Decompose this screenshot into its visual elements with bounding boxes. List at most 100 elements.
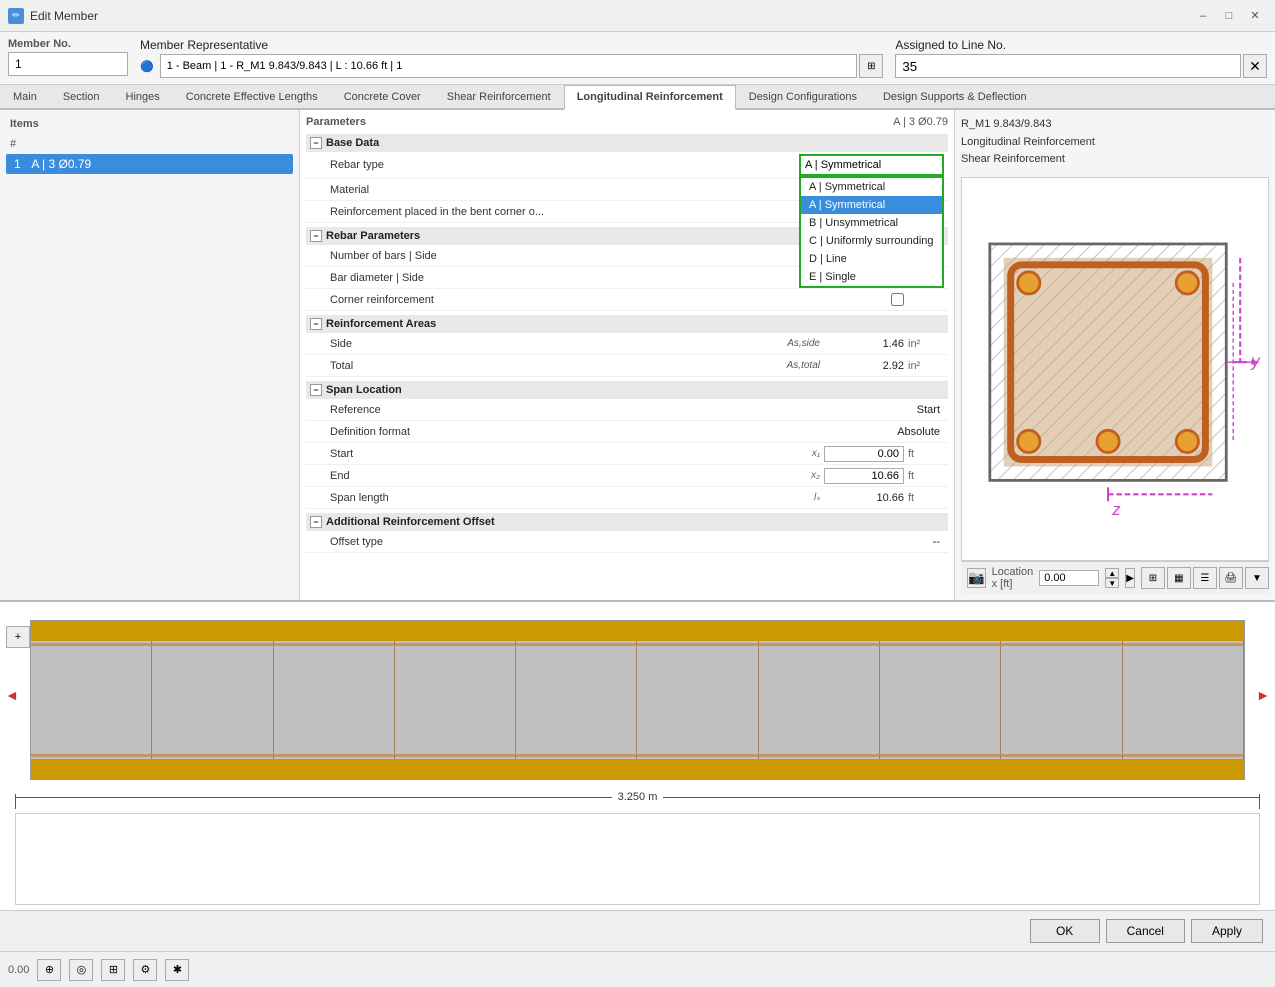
member-rep-label: Member Representative <box>140 38 883 52</box>
definition-format-row: Definition format Absolute <box>306 421 948 443</box>
offset-type-value: -- <box>933 536 944 548</box>
toolbar-btn-1[interactable]: ⊕ <box>37 959 61 981</box>
tab-concrete-cover[interactable]: Concrete Cover <box>331 85 434 108</box>
toolbar-btn-2[interactable]: ◎ <box>69 959 93 981</box>
dimension-bar: 3.250 m <box>15 784 1260 809</box>
toolbar-btn-3[interactable]: ⊞ <box>101 959 125 981</box>
tab-bar: Main Section Hinges Concrete Effective L… <box>0 85 1275 110</box>
dropdown-option-a[interactable]: A | Symmetrical <box>801 178 942 196</box>
member-rep-row: 🔵 ⊞ <box>140 54 883 78</box>
side-area-value: 1.46 <box>824 338 904 350</box>
main-content-area: Items # 1 A | 3 Ø0.79 + ⧉ ✕ Parameters A… <box>0 110 1275 600</box>
rebar-type-row: Rebar type A | Symmetrical B | Unsymmetr… <box>306 152 948 179</box>
dropdown-option-a-selected[interactable]: A | Symmetrical <box>801 196 942 214</box>
location-camera-button[interactable]: 📷 <box>967 568 986 588</box>
window-controls: – □ ✕ <box>1191 6 1267 26</box>
location-input[interactable] <box>1039 570 1099 586</box>
dropdown-option-c[interactable]: C | Uniformly surrounding <box>801 232 942 250</box>
location-up-button[interactable]: ▲ <box>1105 568 1119 578</box>
params-value: A | 3 Ø0.79 <box>893 116 948 128</box>
start-label: Start <box>330 448 764 460</box>
tab-design-configurations[interactable]: Design Configurations <box>736 85 870 108</box>
member-rep-icon: 🔵 <box>140 60 154 73</box>
span-location-expand[interactable]: − <box>310 384 322 396</box>
base-data-expand[interactable]: − <box>310 137 322 149</box>
cancel-button[interactable]: Cancel <box>1106 919 1185 943</box>
top-rebar-line <box>31 643 1244 646</box>
corner-reinforcement-checkbox[interactable] <box>891 293 904 306</box>
base-data-section: − Base Data Rebar type A | Symmetrical B… <box>306 134 948 223</box>
span-length-label: Span length <box>330 492 764 504</box>
base-data-header[interactable]: − Base Data <box>306 134 948 152</box>
more-button[interactable]: ▼ <box>1245 567 1269 589</box>
dropdown-option-b[interactable]: B | Unsymmetrical <box>801 214 942 232</box>
grid-view-button[interactable]: ▦ <box>1167 567 1191 589</box>
app-icon: ✏ <box>8 8 24 24</box>
tab-concrete-effective-lengths[interactable]: Concrete Effective Lengths <box>173 85 331 108</box>
end-input[interactable] <box>824 468 904 484</box>
tab-hinges[interactable]: Hinges <box>113 85 173 108</box>
member-rep-browse-button[interactable]: ⊞ <box>859 54 883 78</box>
reinforcement-areas-header[interactable]: − Reinforcement Areas <box>306 315 948 333</box>
dropdown-option-e[interactable]: E | Single <box>801 268 942 286</box>
params-header: Parameters A | 3 Ø0.79 <box>306 116 948 128</box>
location-next-button[interactable]: ▶ <box>1125 568 1135 588</box>
span-location-header[interactable]: − Span Location <box>306 381 948 399</box>
section-svg: y z <box>962 178 1268 560</box>
tab-design-supports[interactable]: Design Supports & Deflection <box>870 85 1040 108</box>
start-symbol: x₁ <box>764 448 824 459</box>
corner-reinforcement-checkbox-wrapper <box>824 293 904 306</box>
member-no-input[interactable] <box>8 52 128 76</box>
base-data-title: Base Data <box>326 137 379 149</box>
span-length-row: Span length lₛ 10.66 ft <box>306 487 948 509</box>
span-length-value: 10.66 <box>824 492 904 504</box>
dropdown-option-d[interactable]: D | Line <box>801 250 942 268</box>
ok-button[interactable]: OK <box>1030 919 1100 943</box>
apply-button[interactable]: Apply <box>1191 919 1263 943</box>
reinforcement-areas-expand[interactable]: − <box>310 318 322 330</box>
toolbar-btn-5[interactable]: ✱ <box>165 959 189 981</box>
sidebar-item-1[interactable]: 1 A | 3 Ø0.79 <box>6 154 293 174</box>
right-panel-line-2: Longitudinal Reinforcement <box>961 134 1269 152</box>
rebar-params-expand[interactable]: − <box>310 230 322 242</box>
svg-text:z: z <box>1111 500 1121 519</box>
close-button[interactable]: ✕ <box>1243 6 1267 26</box>
title-bar: ✏ Edit Member – □ ✕ <box>0 0 1275 32</box>
tab-longitudinal-reinforcement[interactable]: Longitudinal Reinforcement <box>564 85 736 110</box>
sidebar-col-num: # <box>10 138 30 150</box>
bottom-rebar-line <box>31 754 1244 757</box>
assigned-line-input[interactable] <box>895 54 1241 78</box>
additional-offset-expand[interactable]: − <box>310 516 322 528</box>
toolbar-btn-4[interactable]: ⚙ <box>133 959 157 981</box>
filter-icon-button[interactable]: ⊞ <box>1141 567 1165 589</box>
total-area-value: 2.92 <box>824 360 904 372</box>
total-area-symbol: As,total <box>764 360 824 371</box>
tab-shear-reinforcement[interactable]: Shear Reinforcement <box>434 85 564 108</box>
title-bar-text: Edit Member <box>30 9 1185 23</box>
tab-section[interactable]: Section <box>50 85 113 108</box>
list-view-button[interactable]: ☰ <box>1193 567 1217 589</box>
bar-diameter-label: Bar diameter | Side <box>330 272 764 284</box>
start-input[interactable] <box>824 446 904 462</box>
beam-seg-8 <box>880 641 1001 759</box>
lower-graph <box>15 813 1260 905</box>
span-length-symbol: lₛ <box>764 492 824 503</box>
beam-seg-4 <box>395 641 516 759</box>
params-panel: Parameters A | 3 Ø0.79 − Base Data Rebar… <box>300 110 955 600</box>
side-area-symbol: As,side <box>764 338 824 349</box>
sidebar-item-label: A | 3 Ø0.79 <box>31 157 91 171</box>
print-button[interactable]: 🖨 <box>1219 567 1243 589</box>
rebar-type-select[interactable]: A | Symmetrical B | Unsymmetrical C | Un… <box>799 154 944 176</box>
member-rep-input[interactable] <box>160 54 858 78</box>
left-arrow: ◄ <box>5 687 19 703</box>
assigned-line-button[interactable]: ✕ <box>1243 54 1267 78</box>
location-down-button[interactable]: ▼ <box>1105 578 1119 588</box>
num-bars-label: Number of bars | Side <box>330 250 764 262</box>
maximize-button[interactable]: □ <box>1217 6 1241 26</box>
tab-main[interactable]: Main <box>0 85 50 108</box>
dim-text: 3.250 m <box>612 791 664 803</box>
additional-offset-header[interactable]: − Additional Reinforcement Offset <box>306 513 948 531</box>
minimize-button[interactable]: – <box>1191 6 1215 26</box>
definition-format-value: Absolute <box>635 426 944 438</box>
right-panel: R_M1 9.843/9.843 Longitudinal Reinforcem… <box>955 110 1275 600</box>
